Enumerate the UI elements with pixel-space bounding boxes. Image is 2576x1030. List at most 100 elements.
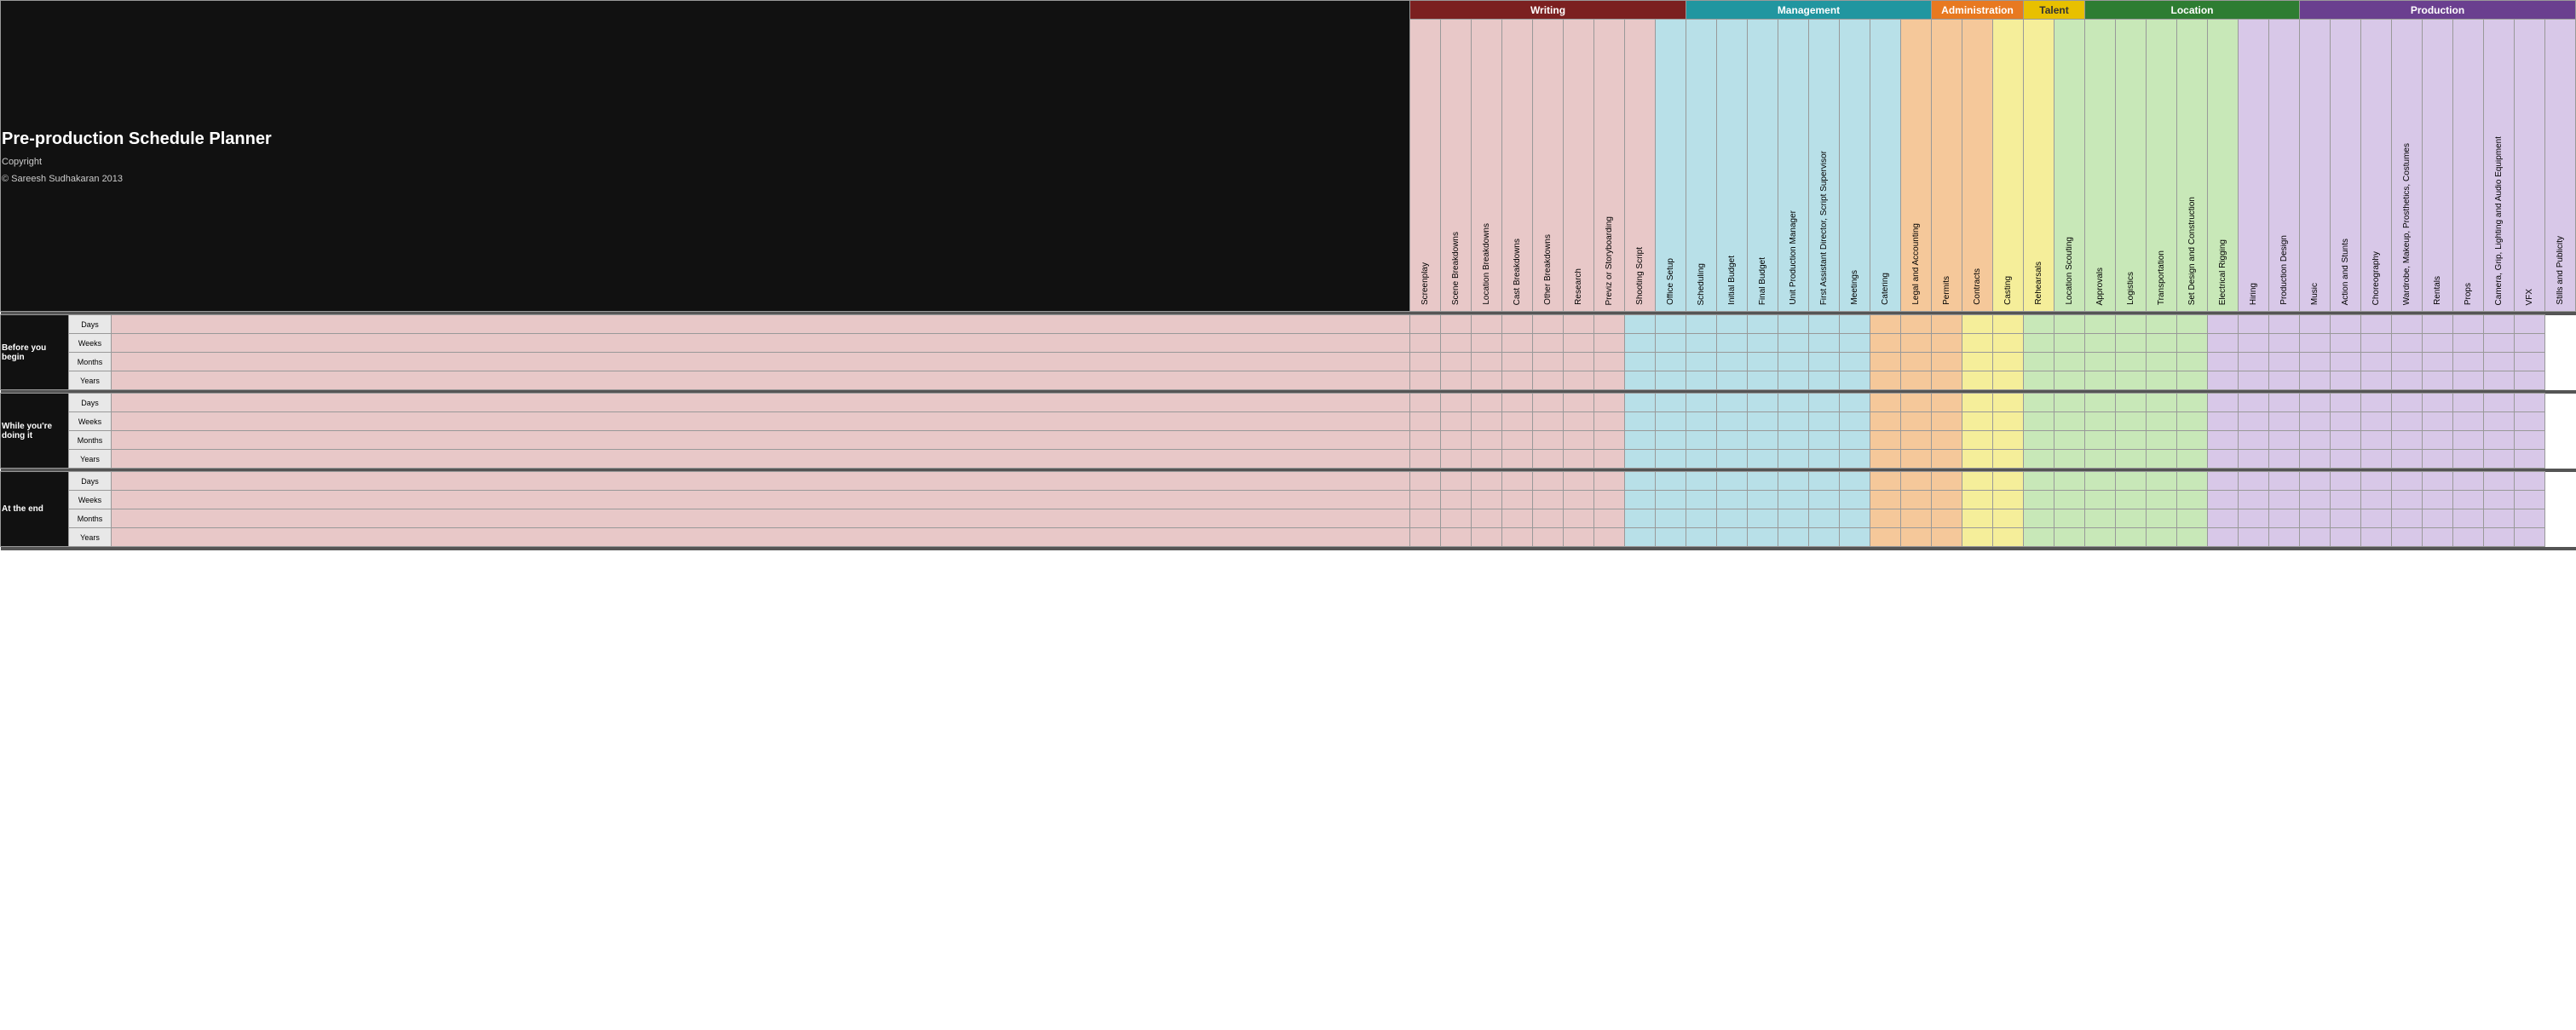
cell-before-you-begin-months-music[interactable] [2269, 353, 2300, 371]
cell-before-you-begin-weeks-casting[interactable] [1962, 334, 1993, 353]
cell-at-the-end-years-hiring[interactable] [2208, 528, 2239, 547]
cell-while-doing-it-weeks-office-setup[interactable] [1625, 412, 1656, 431]
cell-before-you-begin-years-research[interactable] [1533, 371, 1564, 390]
cell-at-the-end-weeks-approvals[interactable] [2054, 491, 2085, 509]
cell-while-doing-it-weeks-logistics[interactable] [2085, 412, 2116, 431]
cell-at-the-end-years-initial-budget[interactable] [1686, 528, 1717, 547]
cell-while-doing-it-days-shooting-script[interactable] [1594, 394, 1625, 412]
cell-at-the-end-days-set-design[interactable] [2147, 472, 2177, 491]
cell-at-the-end-weeks-cast-breakdowns[interactable] [1472, 491, 1502, 509]
cell-before-you-begin-years-other-breakdowns[interactable] [1502, 371, 1533, 390]
cell-while-doing-it-days-scheduling[interactable] [1656, 394, 1686, 412]
cell-while-doing-it-days-production-design[interactable] [2239, 394, 2269, 412]
cell-while-doing-it-days-initial-budget[interactable] [1686, 394, 1717, 412]
cell-while-doing-it-days-first-ad[interactable] [1778, 394, 1809, 412]
cell-at-the-end-days-research[interactable] [1533, 472, 1564, 491]
cell-while-doing-it-weeks-other-breakdowns[interactable] [1502, 412, 1533, 431]
cell-before-you-begin-months-legal-accounting[interactable] [1870, 353, 1901, 371]
cell-at-the-end-months-permits[interactable] [1901, 509, 1932, 528]
cell-at-the-end-months-wardrobe[interactable] [2361, 509, 2392, 528]
cell-at-the-end-days-unit-production-manager[interactable] [1748, 472, 1778, 491]
cell-before-you-begin-months-action-stunts[interactable] [2300, 353, 2331, 371]
cell-at-the-end-years-other-breakdowns[interactable] [1502, 528, 1533, 547]
cell-at-the-end-days-electrical-rigging[interactable] [2177, 472, 2208, 491]
cell-while-doing-it-years-production-design[interactable] [2239, 450, 2269, 469]
cell-before-you-begin-weeks-unit-production-manager[interactable] [1748, 334, 1778, 353]
cell-while-doing-it-months-initial-budget[interactable] [1686, 431, 1717, 450]
cell-before-you-begin-years-set-design[interactable] [2147, 371, 2177, 390]
cell-while-doing-it-years-permits[interactable] [1901, 450, 1932, 469]
cell-before-you-begin-days-location-breakdowns[interactable] [1441, 315, 1472, 334]
cell-while-doing-it-years-music[interactable] [2269, 450, 2300, 469]
cell-before-you-begin-weeks-props[interactable] [2423, 334, 2453, 353]
cell-while-doing-it-years-unit-production-manager[interactable] [1748, 450, 1778, 469]
cell-before-you-begin-years-legal-accounting[interactable] [1870, 371, 1901, 390]
cell-before-you-begin-weeks-wardrobe[interactable] [2361, 334, 2392, 353]
cell-while-doing-it-weeks-stills-publicity[interactable] [2515, 412, 2545, 431]
cell-before-you-begin-weeks-shooting-script[interactable] [1594, 334, 1625, 353]
cell-at-the-end-days-music[interactable] [2269, 472, 2300, 491]
cell-before-you-begin-weeks-camera-grip[interactable] [2453, 334, 2484, 353]
cell-before-you-begin-weeks-initial-budget[interactable] [1686, 334, 1717, 353]
cell-while-doing-it-months-set-design[interactable] [2147, 431, 2177, 450]
cell-while-doing-it-months-cast-breakdowns[interactable] [1472, 431, 1502, 450]
cell-before-you-begin-years-cast-breakdowns[interactable] [1472, 371, 1502, 390]
cell-while-doing-it-days-casting[interactable] [1962, 394, 1993, 412]
cell-while-doing-it-years-screenplay[interactable] [112, 450, 1410, 469]
cell-at-the-end-months-props[interactable] [2423, 509, 2453, 528]
cell-before-you-begin-days-logistics[interactable] [2085, 315, 2116, 334]
cell-at-the-end-days-scheduling[interactable] [1656, 472, 1686, 491]
cell-while-doing-it-weeks-hiring[interactable] [2208, 412, 2239, 431]
cell-at-the-end-days-production-design[interactable] [2239, 472, 2269, 491]
cell-at-the-end-weeks-camera-grip[interactable] [2453, 491, 2484, 509]
cell-before-you-begin-years-vfx[interactable] [2484, 371, 2515, 390]
cell-before-you-begin-weeks-music[interactable] [2269, 334, 2300, 353]
cell-before-you-begin-days-previz[interactable] [1564, 315, 1594, 334]
cell-before-you-begin-months-scene-breakdowns[interactable] [1410, 353, 1441, 371]
cell-while-doing-it-years-research[interactable] [1533, 450, 1564, 469]
cell-before-you-begin-days-rentals[interactable] [2392, 315, 2423, 334]
cell-before-you-begin-years-wardrobe[interactable] [2361, 371, 2392, 390]
cell-before-you-begin-months-location-breakdowns[interactable] [1441, 353, 1472, 371]
cell-while-doing-it-weeks-cast-breakdowns[interactable] [1472, 412, 1502, 431]
cell-before-you-begin-months-office-setup[interactable] [1625, 353, 1656, 371]
cell-while-doing-it-months-props[interactable] [2423, 431, 2453, 450]
cell-before-you-begin-weeks-scene-breakdowns[interactable] [1410, 334, 1441, 353]
cell-at-the-end-years-electrical-rigging[interactable] [2177, 528, 2208, 547]
cell-before-you-begin-months-wardrobe[interactable] [2361, 353, 2392, 371]
cell-at-the-end-days-cast-breakdowns[interactable] [1472, 472, 1502, 491]
cell-before-you-begin-years-office-setup[interactable] [1625, 371, 1656, 390]
cell-at-the-end-months-logistics[interactable] [2085, 509, 2116, 528]
cell-at-the-end-days-contracts[interactable] [1932, 472, 1962, 491]
cell-while-doing-it-days-meetings[interactable] [1809, 394, 1840, 412]
cell-at-the-end-months-initial-budget[interactable] [1686, 509, 1717, 528]
cell-at-the-end-years-approvals[interactable] [2054, 528, 2085, 547]
cell-while-doing-it-years-vfx[interactable] [2484, 450, 2515, 469]
cell-before-you-begin-months-initial-budget[interactable] [1686, 353, 1717, 371]
cell-at-the-end-days-camera-grip[interactable] [2453, 472, 2484, 491]
cell-while-doing-it-months-other-breakdowns[interactable] [1502, 431, 1533, 450]
cell-while-doing-it-months-stills-publicity[interactable] [2515, 431, 2545, 450]
cell-before-you-begin-weeks-transportation[interactable] [2116, 334, 2147, 353]
cell-before-you-begin-years-rehearsals[interactable] [1993, 371, 2024, 390]
cell-while-doing-it-years-meetings[interactable] [1809, 450, 1840, 469]
cell-before-you-begin-weeks-set-design[interactable] [2147, 334, 2177, 353]
cell-before-you-begin-days-shooting-script[interactable] [1594, 315, 1625, 334]
cell-while-doing-it-months-vfx[interactable] [2484, 431, 2515, 450]
cell-while-doing-it-days-other-breakdowns[interactable] [1502, 394, 1533, 412]
cell-before-you-begin-months-shooting-script[interactable] [1594, 353, 1625, 371]
cell-at-the-end-weeks-production-design[interactable] [2239, 491, 2269, 509]
cell-before-you-begin-days-music[interactable] [2269, 315, 2300, 334]
cell-before-you-begin-days-casting[interactable] [1962, 315, 1993, 334]
cell-while-doing-it-years-office-setup[interactable] [1625, 450, 1656, 469]
cell-at-the-end-months-location-scouting[interactable] [2024, 509, 2054, 528]
cell-before-you-begin-weeks-meetings[interactable] [1809, 334, 1840, 353]
cell-before-you-begin-months-final-budget[interactable] [1717, 353, 1748, 371]
cell-before-you-begin-years-hiring[interactable] [2208, 371, 2239, 390]
cell-while-doing-it-days-set-design[interactable] [2147, 394, 2177, 412]
cell-while-doing-it-months-contracts[interactable] [1932, 431, 1962, 450]
cell-at-the-end-months-previz[interactable] [1564, 509, 1594, 528]
cell-while-doing-it-days-research[interactable] [1533, 394, 1564, 412]
cell-while-doing-it-weeks-contracts[interactable] [1932, 412, 1962, 431]
cell-at-the-end-months-electrical-rigging[interactable] [2177, 509, 2208, 528]
